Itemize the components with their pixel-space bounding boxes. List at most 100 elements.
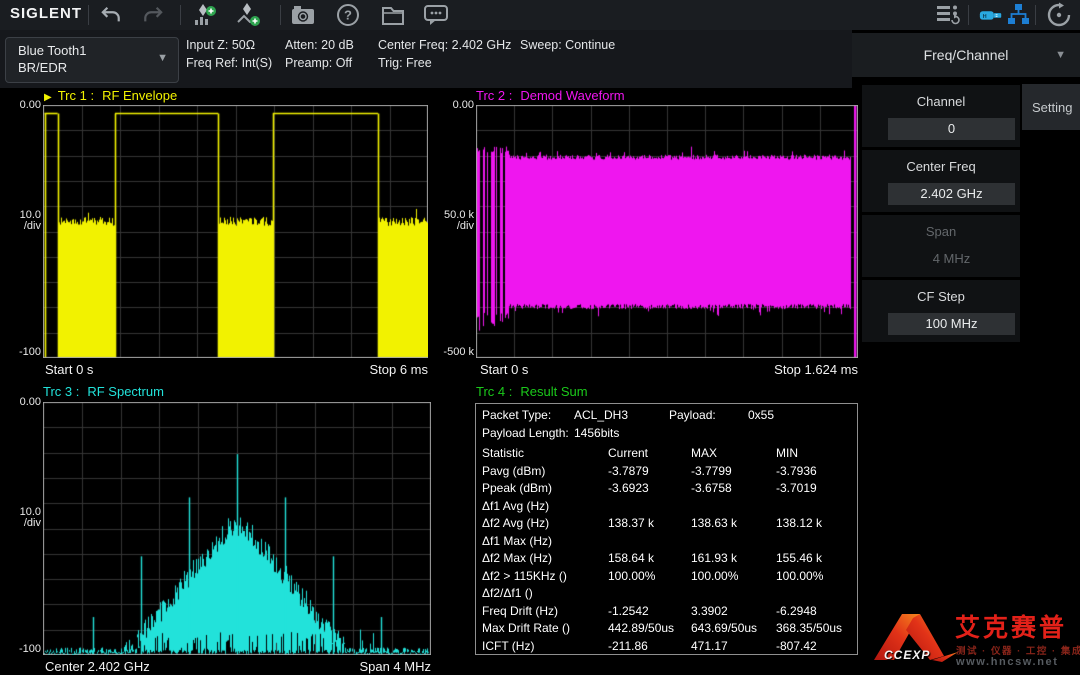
trace3-title[interactable]: Trc 3 :RF Spectrum <box>43 384 164 399</box>
table-row: Max Drift Rate ()442.89/50us643.69/50us3… <box>476 620 857 638</box>
table-cell: Δf2 > 115KHz () <box>482 568 567 586</box>
sidebar-menu-dropdown[interactable]: Freq/Channel ▼ <box>852 33 1080 77</box>
trc3-y-bottom: -100 <box>8 644 41 655</box>
table-cell: 161.93 k <box>691 550 737 568</box>
sidebar-button-cf-step[interactable]: CF Step 100 MHz <box>862 280 1020 342</box>
tab-setting-label: Setting <box>1032 100 1072 115</box>
sidebar-button-channel[interactable]: Channel0 <box>862 85 1020 147</box>
button-value[interactable]: 0 <box>888 118 1015 140</box>
trc2-y-mid: 50.0 k/div <box>434 210 474 232</box>
preamp-value: Preamp: Off <box>285 56 352 70</box>
usb-icon[interactable]: H <box>978 2 1004 28</box>
table-cell: -3.7019 <box>776 480 817 498</box>
table-row: Δf2 > 115KHz ()100.00%100.00%100.00% <box>476 568 857 586</box>
table-cell: 643.69/50us <box>691 620 757 638</box>
restore-defaults-icon[interactable] <box>1046 2 1072 28</box>
table-cell: Pavg (dBm) <box>482 463 545 481</box>
table-cell: 368.35/50us <box>776 620 842 638</box>
table-cell: Ppeak (dBm) <box>482 480 552 498</box>
chevron-down-icon: ▼ <box>157 52 168 64</box>
table-cell: 1456bits <box>574 425 619 443</box>
trc2-y-bottom: -500 k <box>434 347 474 358</box>
accexp-a-mark <box>872 610 960 672</box>
table-row: ICFT (Hz)-211.86471.17-807.42 <box>476 638 857 656</box>
button-label: CF Step <box>862 289 1020 304</box>
folder-icon[interactable] <box>380 2 406 28</box>
table-cell: 158.64 k <box>608 550 654 568</box>
measure-mode-dropdown[interactable]: Blue Tooth1 BR/EDR ▼ <box>5 37 179 83</box>
table-cell: Payload Length: <box>482 425 569 443</box>
lan-icon[interactable] <box>1005 2 1031 28</box>
button-label: Center Freq <box>862 159 1020 174</box>
sweep-value: Sweep: Continue <box>520 38 615 52</box>
camera-icon[interactable] <box>290 2 316 28</box>
table-cell: 100.00% <box>691 568 738 586</box>
table-cell: 471.17 <box>691 638 728 656</box>
trc2-y-top: 0.00 <box>434 100 474 111</box>
sidebar-button-center-freq[interactable]: Center Freq 2.402 GHz <box>862 150 1020 212</box>
selected-trace-arrow-icon: ▶ <box>44 92 52 103</box>
table-cell: 100.00% <box>608 568 655 586</box>
table-cell: -1.2542 <box>608 603 649 621</box>
table-cell: -3.6923 <box>608 480 649 498</box>
button-value[interactable]: 100 MHz <box>888 313 1015 335</box>
table-cell: Δf1 Max (Hz) <box>482 533 552 551</box>
mode-line1: Blue Tooth1 <box>18 43 86 58</box>
button-value[interactable]: 2.402 GHz <box>888 183 1015 205</box>
add-marker-icon[interactable] <box>236 2 262 28</box>
redo-icon[interactable] <box>140 2 166 28</box>
button-value: 4 MHz <box>888 248 1015 270</box>
status-bar: Blue Tooth1 BR/EDR ▼ Input Z: 50Ω Freq R… <box>0 30 852 88</box>
instrument-screen: SIGLENT ? H <box>0 0 1080 675</box>
accexp-url: www.hncsw.net <box>956 656 1059 668</box>
table-cell: 3.3902 <box>691 603 728 621</box>
rf-spectrum-plot <box>43 402 431 655</box>
trc3-x-span: Span 4 MHz <box>43 659 431 674</box>
toolbar-divider <box>88 5 89 25</box>
toolbar-divider <box>968 5 969 25</box>
table-row: Δf1 Max (Hz) <box>476 533 857 551</box>
table-cell: Freq Drift (Hz) <box>482 603 558 621</box>
add-trace-icon[interactable] <box>192 2 218 28</box>
table-cell: Packet Type: <box>482 407 551 425</box>
table-row: Freq Drift (Hz) -1.2542 3.3902 -6.2948 <box>476 603 857 621</box>
table-cell: -807.42 <box>776 638 817 656</box>
table-row: Δf2 Avg (Hz)138.37 k138.63 k138.12 k <box>476 515 857 533</box>
svg-text:H: H <box>983 14 987 20</box>
table-cell: Δf2/Δf1 () <box>482 585 533 603</box>
table-row: StatisticCurrentMAXMIN <box>476 445 857 463</box>
trace4-title[interactable]: Trc 4 :Result Sum <box>476 384 588 399</box>
accexp-tagline: 测试 · 仪器 · 工控 · 集成 <box>956 643 1080 657</box>
table-cell: Δf2 Max (Hz) <box>482 550 552 568</box>
table-cell: Payload: <box>669 407 716 425</box>
task-list-icon[interactable] <box>935 2 961 28</box>
accexp-logo: CCEXP 艾克赛普 测试 · 仪器 · 工控 · 集成 www.hncsw.n… <box>862 596 1080 675</box>
trig-value: Trig: Free <box>378 56 432 70</box>
table-cell: -6.2948 <box>776 603 817 621</box>
table-cell: ACL_DH3 <box>574 407 628 425</box>
help-icon[interactable]: ? <box>335 2 361 28</box>
table-row: Δf2/Δf1 () <box>476 585 857 603</box>
toolbar-divider <box>180 5 181 25</box>
table-row: Pavg (dBm)-3.7879-3.7799-3.7936 <box>476 463 857 481</box>
table-cell: ICFT (Hz) <box>482 638 534 656</box>
undo-icon[interactable] <box>98 2 124 28</box>
accexp-chinese-name: 艾克赛普 <box>955 608 1067 644</box>
toolbar-divider <box>280 5 281 25</box>
table-cell: MIN <box>776 445 798 463</box>
table-row: Δf2 Max (Hz)158.64 k161.93 k155.46 k <box>476 550 857 568</box>
trc1-x-stop: Stop 6 ms <box>43 362 428 377</box>
table-cell: 138.12 k <box>776 515 822 533</box>
trace1-title[interactable]: ▶Trc 1 :RF Envelope <box>44 88 177 103</box>
tab-setting[interactable]: Setting <box>1022 84 1080 130</box>
trc3-y-mid: 10.0/div <box>8 507 41 529</box>
table-cell: 138.63 k <box>691 515 737 533</box>
table-row: Ppeak (dBm)-3.6923-3.6758-3.7019 <box>476 480 857 498</box>
trace2-title[interactable]: Trc 2 :Demod Waveform <box>476 88 625 103</box>
accexp-wordmark: CCEXP <box>884 648 930 662</box>
freq-ref-value: Freq Ref: Int(S) <box>186 56 272 70</box>
message-icon[interactable] <box>423 2 449 28</box>
trc1-y-top: 0.00 <box>8 100 41 111</box>
sidebar-button-span: Span4 MHz <box>862 215 1020 277</box>
table-cell: -3.7799 <box>691 463 732 481</box>
